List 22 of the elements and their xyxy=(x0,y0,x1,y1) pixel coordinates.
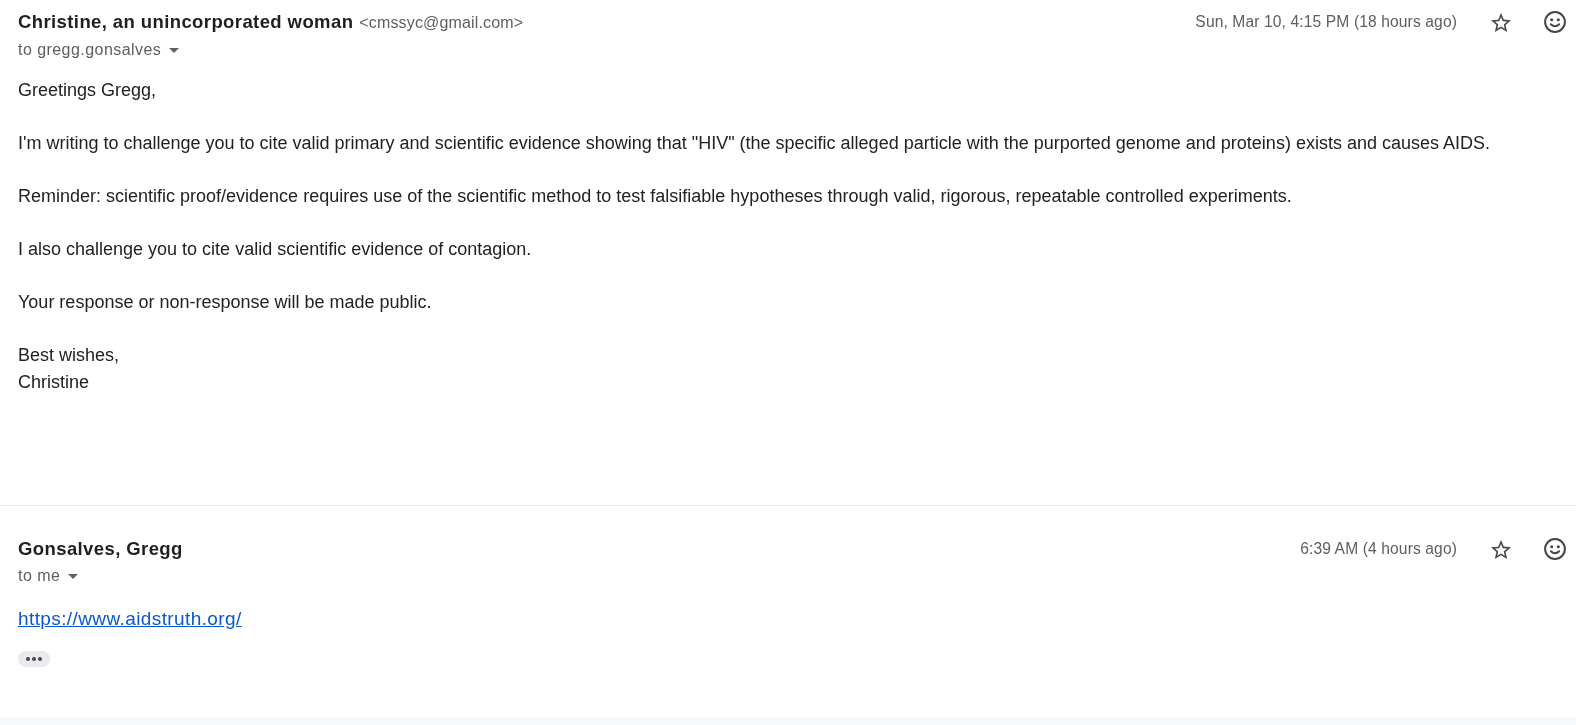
body-paragraph: I also challenge you to cite valid scientific evidence of contagion. xyxy=(18,238,533,261)
star-icon[interactable] xyxy=(1491,12,1511,32)
ellipsis-icon xyxy=(26,656,42,661)
sender-name: Gonsalves, Gregg xyxy=(18,537,183,561)
body-paragraph: I'm writing to challenge you to cite valid primary and scientific evidence showing that "HIV" (the specific alleged particle with the purported genome and proteins) exists and causes AIDS. xyxy=(18,132,1491,155)
website-link[interactable]: https://www.aidstruth.org/ xyxy=(18,608,242,629)
recipients-text: to me xyxy=(18,566,61,586)
body-paragraph: Your response or non-response will be made public. xyxy=(18,291,433,314)
sender-name: Christine, an unincorporated woman xyxy=(18,10,354,34)
smiley-icon[interactable] xyxy=(1544,11,1566,33)
recipients-text: to gregg.gonsalves xyxy=(18,40,162,60)
body-paragraph: Reminder: scientific proof/evidence requires use of the scientific method to test falsifiable hypotheses through valid, rigorous, repeatable controlled experiments. xyxy=(18,185,1293,208)
caret-icon[interactable] xyxy=(169,47,180,53)
body-paragraph: Best wishes, Christine xyxy=(18,344,121,394)
body-paragraph: Greetings Gregg, xyxy=(18,79,158,102)
smiley-icon[interactable] xyxy=(1544,538,1566,560)
show-trimmed-content-button[interactable] xyxy=(18,650,50,667)
sender-email: <cmssyc@gmail.com> xyxy=(359,13,524,33)
caret-icon[interactable] xyxy=(68,573,79,579)
star-icon[interactable] xyxy=(1491,539,1511,559)
message-date: Sun, Mar 10, 4:15 PM (18 hours ago) xyxy=(1195,13,1457,31)
message-date: 6:39 AM (4 hours ago) xyxy=(1300,540,1457,558)
